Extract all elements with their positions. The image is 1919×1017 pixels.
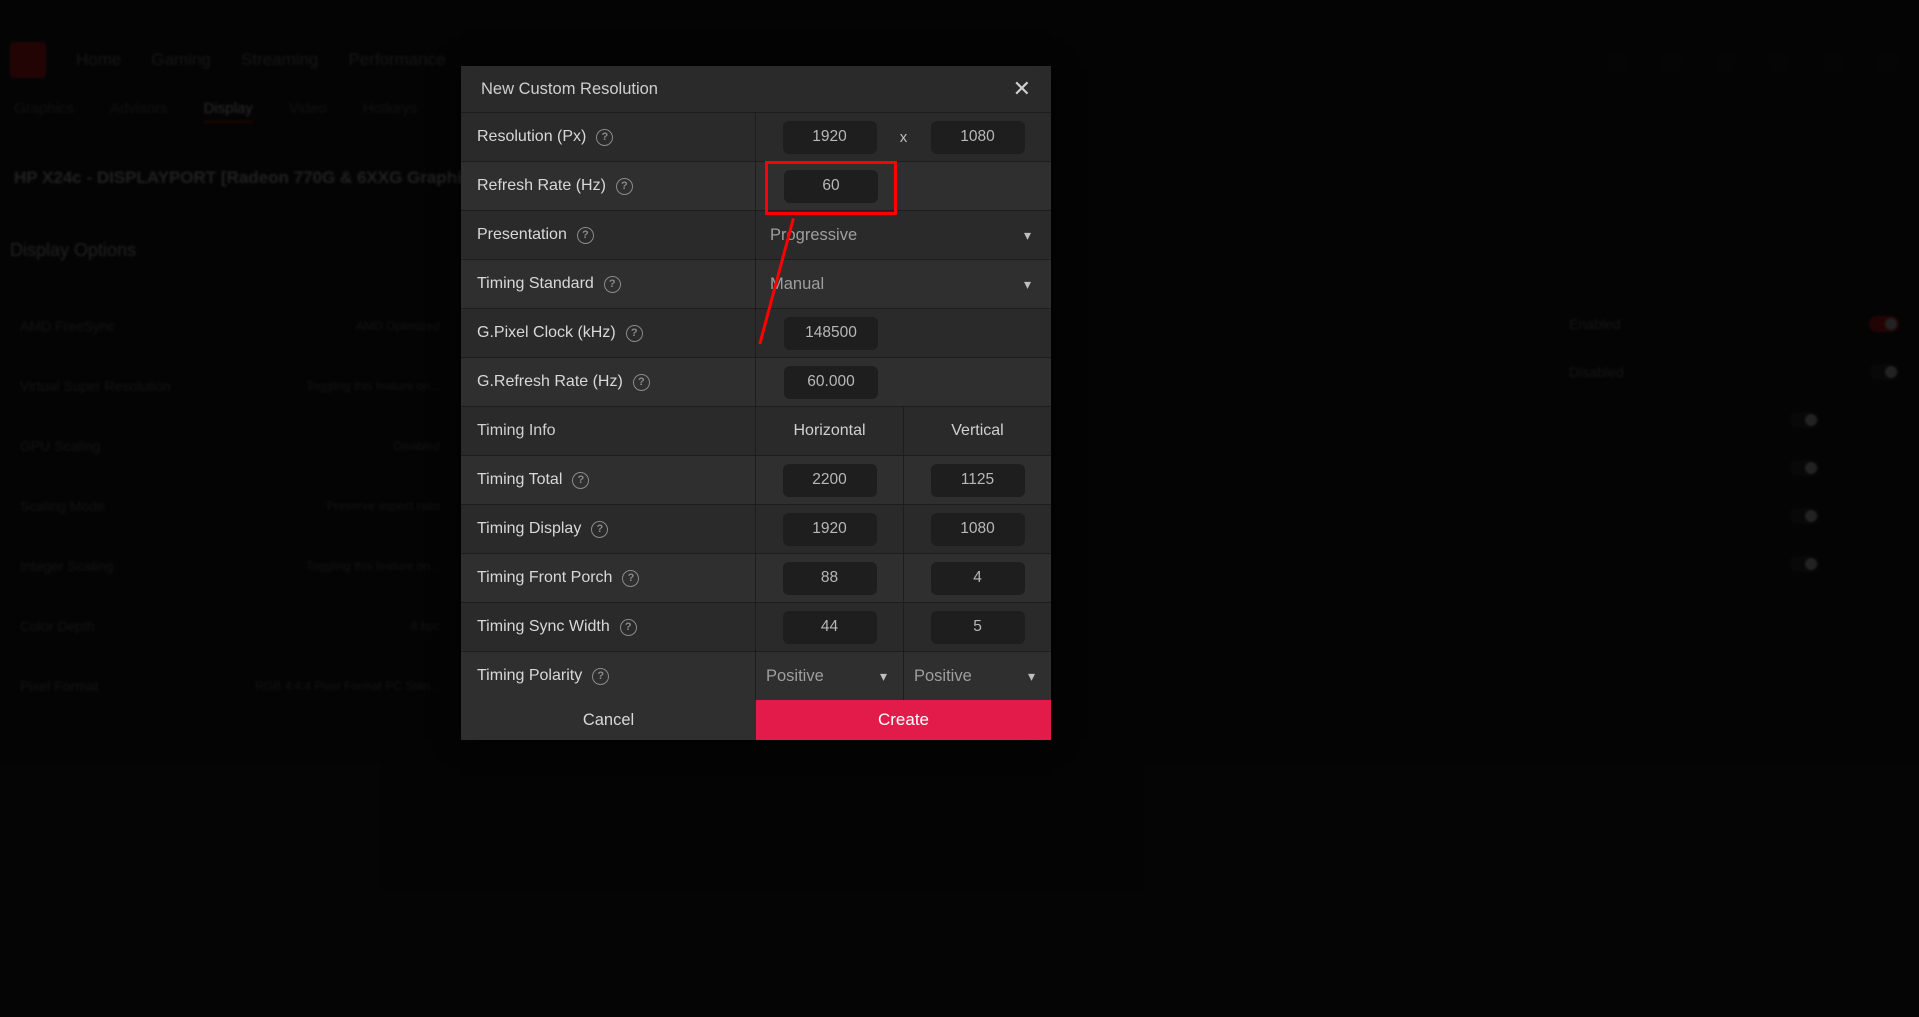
label-grefresh-rate: G.Refresh Rate (Hz) (461, 358, 756, 406)
label-refresh-rate: Refresh Rate (Hz) (461, 162, 756, 210)
dialog-title: New Custom Resolution (481, 80, 658, 99)
grefresh-rate-input[interactable] (784, 366, 878, 399)
create-button[interactable]: Create (756, 700, 1051, 740)
label-resolution: Resolution (Px) (461, 113, 756, 161)
label-timing-standard: Timing Standard (461, 260, 756, 308)
help-icon[interactable] (572, 472, 589, 489)
timing-total-h-input[interactable] (783, 464, 877, 497)
help-icon[interactable] (604, 276, 621, 293)
refresh-rate-input[interactable] (784, 170, 878, 203)
help-icon[interactable] (633, 374, 650, 391)
timing-display-h-input[interactable] (783, 513, 877, 546)
chevron-down-icon: ▾ (1024, 276, 1031, 293)
help-icon[interactable] (591, 521, 608, 538)
resolution-separator: x (895, 129, 913, 146)
timing-polarity-h-select[interactable]: Positive▾ (766, 667, 893, 686)
timing-sync-width-v-input[interactable] (931, 611, 1025, 644)
help-icon[interactable] (626, 325, 643, 342)
chevron-down-icon: ▾ (880, 668, 887, 685)
label-timing-display: Timing Display (461, 505, 756, 553)
help-icon[interactable] (620, 619, 637, 636)
timing-front-porch-v-input[interactable] (931, 562, 1025, 595)
label-timing-polarity: Timing Polarity (461, 652, 756, 700)
cancel-button[interactable]: Cancel (461, 700, 756, 740)
help-icon[interactable] (577, 227, 594, 244)
label-timing-total: Timing Total (461, 456, 756, 504)
resolution-width-input[interactable] (783, 121, 877, 154)
help-icon[interactable] (616, 178, 633, 195)
close-icon[interactable]: ✕ (1013, 76, 1031, 102)
header-vertical: Vertical (904, 407, 1051, 455)
label-timing-sync-width: Timing Sync Width (461, 603, 756, 651)
timing-total-v-input[interactable] (931, 464, 1025, 497)
timing-display-v-input[interactable] (931, 513, 1025, 546)
label-gpixel-clock: G.Pixel Clock (kHz) (461, 309, 756, 357)
timing-polarity-v-select[interactable]: Positive▾ (914, 667, 1041, 686)
presentation-select[interactable]: Progressive▾ (770, 226, 1037, 245)
gpixel-clock-input[interactable] (784, 317, 878, 350)
help-icon[interactable] (622, 570, 639, 587)
timing-sync-width-h-input[interactable] (783, 611, 877, 644)
chevron-down-icon: ▾ (1028, 668, 1035, 685)
resolution-height-input[interactable] (931, 121, 1025, 154)
help-icon[interactable] (592, 668, 609, 685)
help-icon[interactable] (596, 129, 613, 146)
header-horizontal: Horizontal (756, 407, 904, 455)
new-custom-resolution-dialog: New Custom Resolution ✕ Resolution (Px) … (461, 66, 1051, 740)
label-timing-info: Timing Info (461, 407, 756, 455)
timing-standard-select[interactable]: Manual▾ (770, 275, 1037, 294)
label-presentation: Presentation (461, 211, 756, 259)
chevron-down-icon: ▾ (1024, 227, 1031, 244)
label-timing-front-porch: Timing Front Porch (461, 554, 756, 602)
timing-front-porch-h-input[interactable] (783, 562, 877, 595)
dialog-header: New Custom Resolution ✕ (461, 66, 1051, 112)
